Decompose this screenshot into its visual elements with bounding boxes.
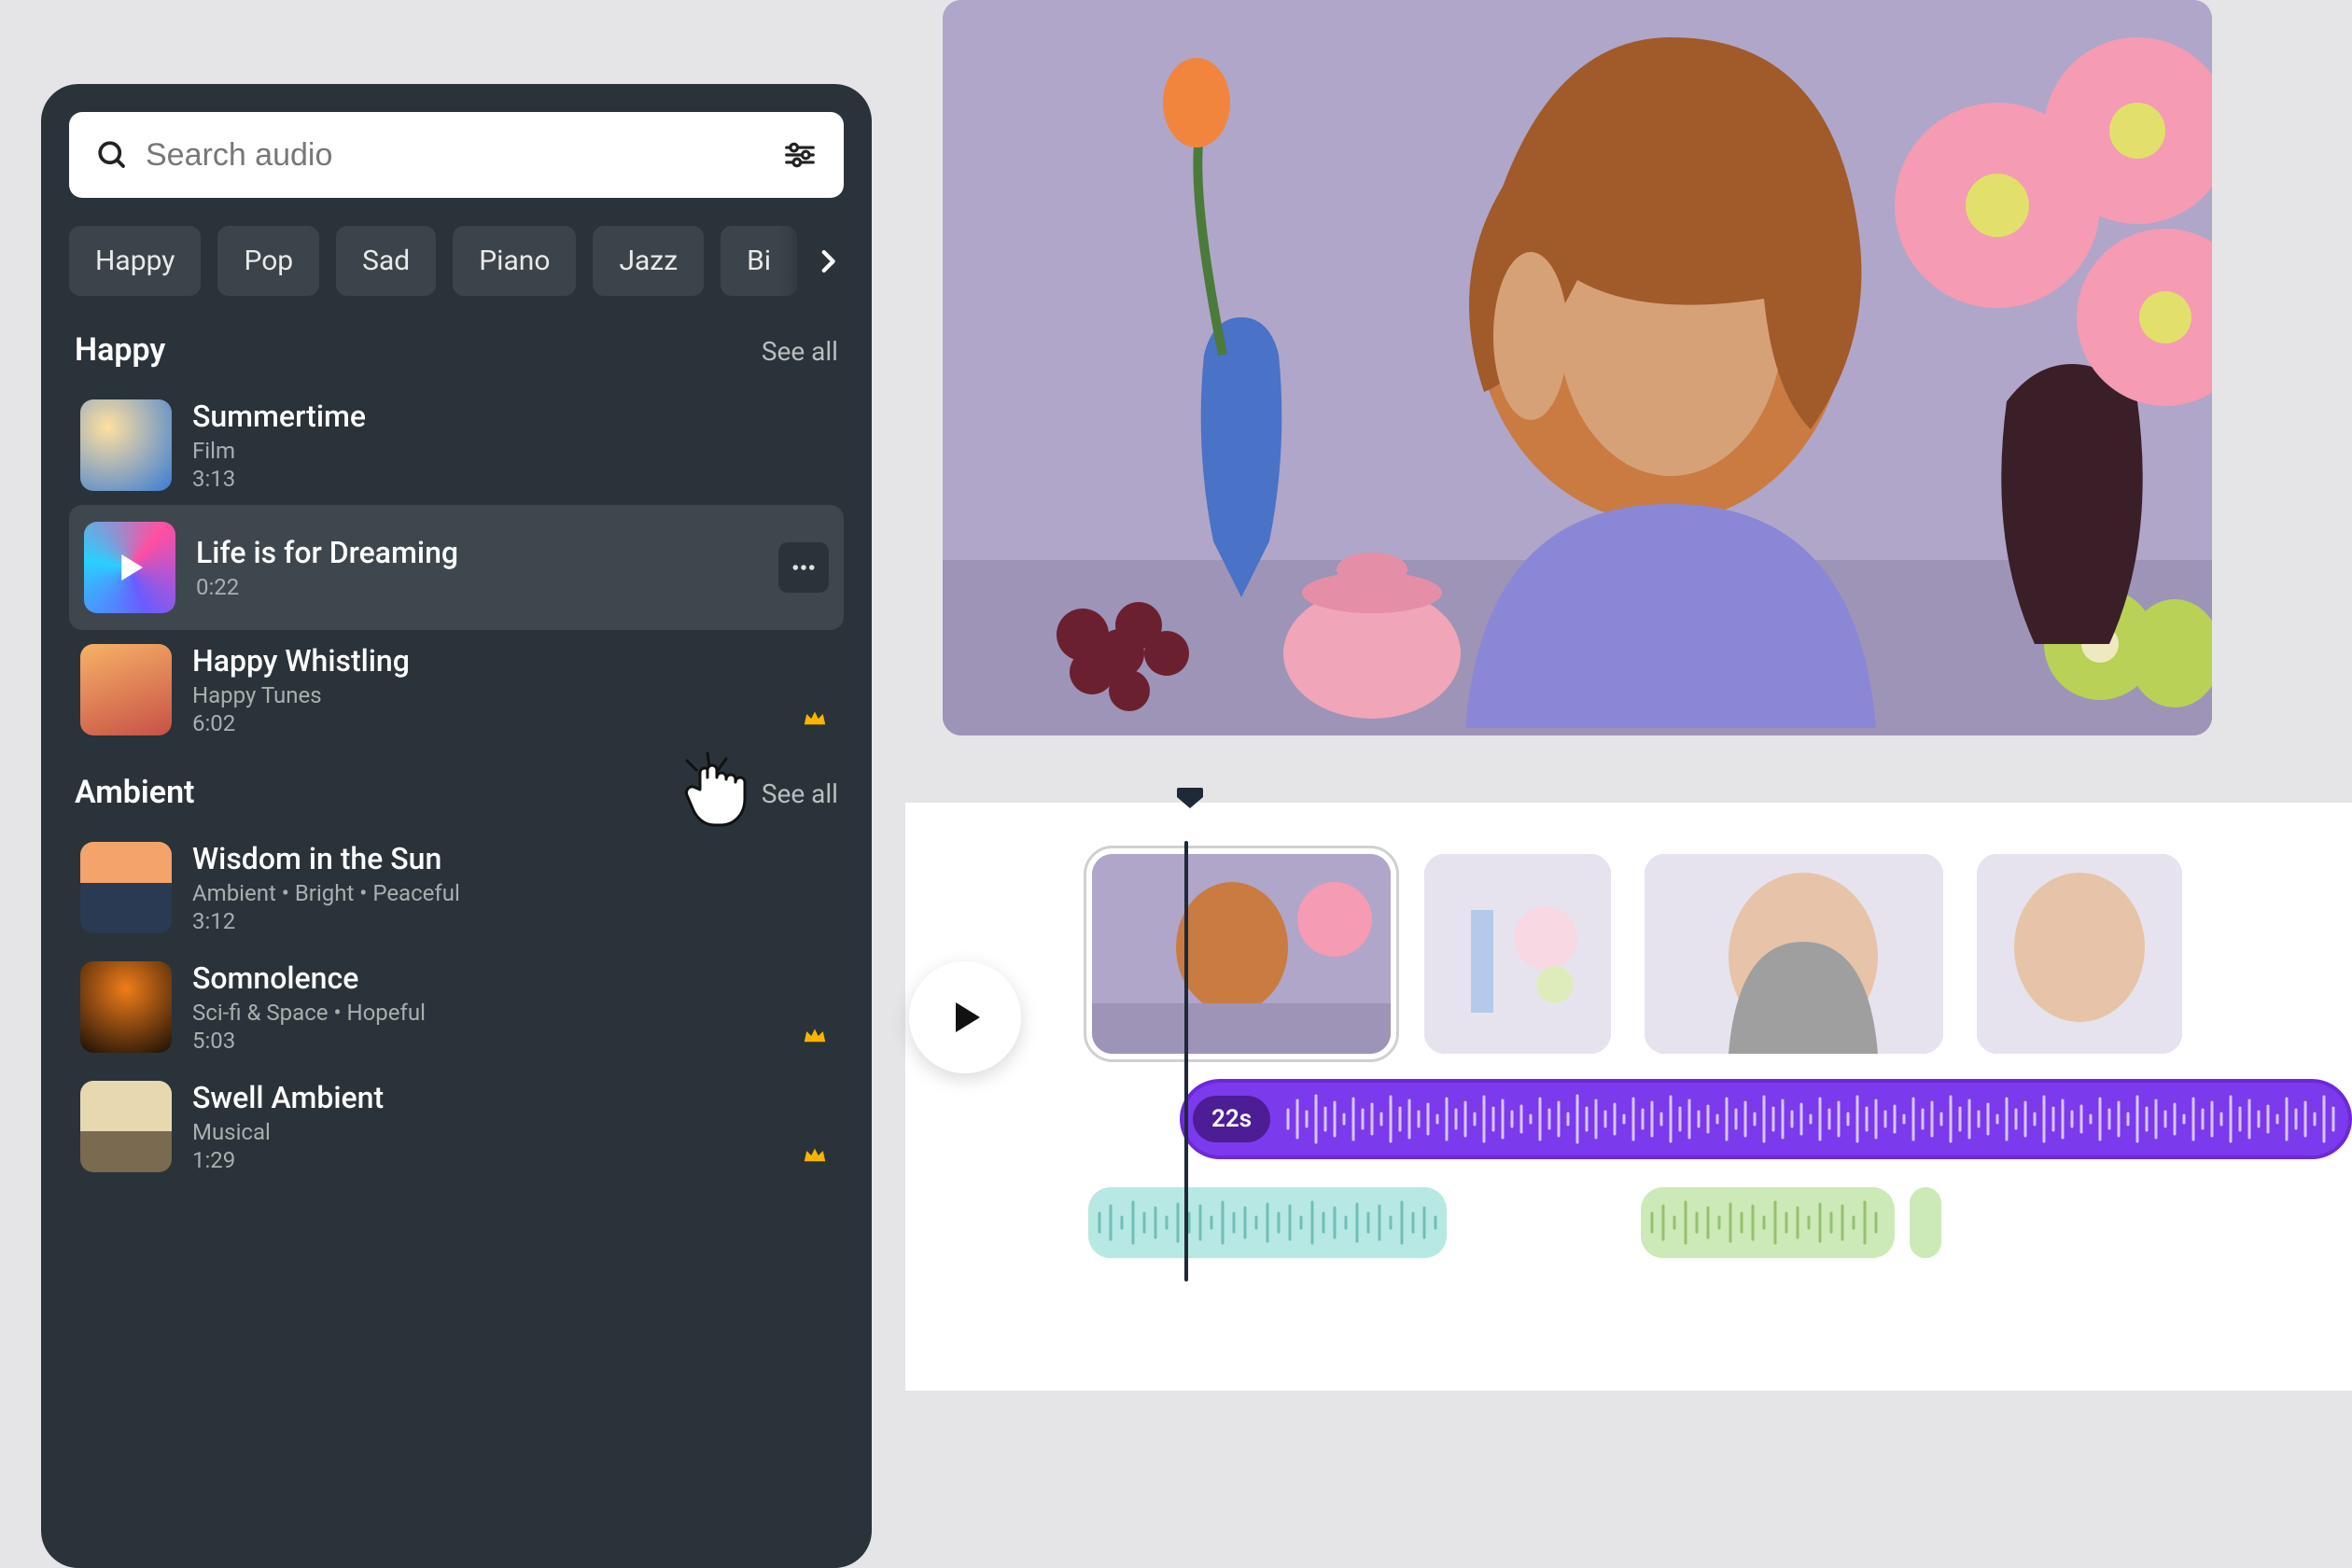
track-sub: Ambient • Bright • Peaceful [192, 880, 833, 906]
play-button[interactable] [909, 961, 1021, 1073]
clips-row [1092, 854, 2182, 1054]
playhead-handle[interactable] [1177, 786, 1203, 814]
track-thumb [80, 399, 172, 491]
track-life-is-for-dreaming[interactable]: Life is for Dreaming 0:22 [69, 505, 844, 630]
track-sub: Happy Tunes [192, 682, 833, 708]
more-button[interactable] [778, 542, 829, 593]
search-icon [95, 138, 129, 172]
timeline-clip-2[interactable] [1424, 854, 1611, 1054]
chip-jazz[interactable]: Jazz [593, 226, 704, 296]
track-title: Somnolence [192, 960, 833, 996]
track-summertime[interactable]: Summertime Film 3:13 [69, 385, 844, 505]
track-duration: 3:13 [192, 466, 833, 492]
track-thumb [80, 644, 172, 735]
chip-partial[interactable]: Bi [721, 226, 797, 296]
track-thumb [80, 842, 172, 933]
crown-icon [801, 705, 829, 733]
track-duration: 5:03 [192, 1028, 833, 1054]
filter-icon[interactable] [782, 137, 818, 173]
track-title: Wisdom in the Sun [192, 841, 833, 876]
section-title-happy: Happy [75, 331, 165, 369]
search-bar[interactable] [69, 112, 844, 198]
crown-icon [801, 1141, 829, 1169]
chip-pop[interactable]: Pop [217, 226, 319, 296]
see-all-happy[interactable]: See all [762, 336, 838, 367]
audio-panel: Happy Pop Sad Piano Jazz Bi Happy See al… [41, 84, 872, 1568]
chevron-right-icon[interactable] [812, 245, 844, 277]
track-swell-ambient[interactable]: Swell Ambient Musical 1:29 [69, 1067, 844, 1186]
track-title: Summertime [192, 399, 833, 434]
track-duration: 1:29 [192, 1147, 833, 1173]
audio-segment-green-small[interactable] [1910, 1187, 1941, 1258]
track-sub: Sci-fi & Space • Hopeful [192, 1000, 833, 1026]
track-somnolence[interactable]: Somnolence Sci-fi & Space • Hopeful 5:03 [69, 947, 844, 1067]
playhead-line[interactable] [1184, 841, 1188, 1281]
section-title-ambient: Ambient [75, 774, 194, 811]
timeline-clip-1[interactable] [1092, 854, 1391, 1054]
track-thumb [80, 961, 172, 1053]
track-title: Happy Whistling [192, 643, 833, 679]
audio-segment-green[interactable] [1641, 1187, 1895, 1258]
play-icon[interactable] [84, 522, 175, 613]
track-duration: 6:02 [192, 710, 833, 736]
track-happy-whistling[interactable]: Happy Whistling Happy Tunes 6:02 [69, 630, 844, 749]
audio-duration-badge: 22s [1193, 1096, 1270, 1142]
track-thumb [80, 1081, 172, 1172]
waveform-icon [1283, 1091, 2338, 1147]
timeline: 22s [905, 803, 2352, 1391]
chip-sad[interactable]: Sad [336, 226, 436, 296]
crown-icon [801, 1022, 829, 1050]
track-sub: Film [192, 438, 833, 464]
track-sub: Musical [192, 1119, 833, 1145]
ellipsis-icon [790, 553, 818, 581]
chip-piano[interactable]: Piano [453, 226, 576, 296]
track-title: Swell Ambient [192, 1080, 833, 1115]
filter-chips: Happy Pop Sad Piano Jazz Bi [69, 226, 844, 296]
play-icon [943, 995, 987, 1040]
audio-track-main[interactable]: 22s [1180, 1079, 2352, 1159]
timeline-clip-4[interactable] [1977, 854, 2182, 1054]
chip-happy[interactable]: Happy [69, 226, 201, 296]
track-title: Life is for Dreaming [196, 535, 758, 570]
search-input[interactable] [146, 137, 765, 174]
see-all-ambient[interactable]: See all [762, 778, 838, 809]
video-preview[interactable] [943, 0, 2212, 735]
audio-segment-teal[interactable] [1088, 1187, 1447, 1258]
track-wisdom-in-the-sun[interactable]: Wisdom in the Sun Ambient • Bright • Pea… [69, 828, 844, 947]
track-duration: 3:12 [192, 908, 833, 934]
track-thumb [84, 522, 175, 613]
timeline-clip-3[interactable] [1645, 854, 1943, 1054]
track-duration: 0:22 [196, 574, 758, 600]
